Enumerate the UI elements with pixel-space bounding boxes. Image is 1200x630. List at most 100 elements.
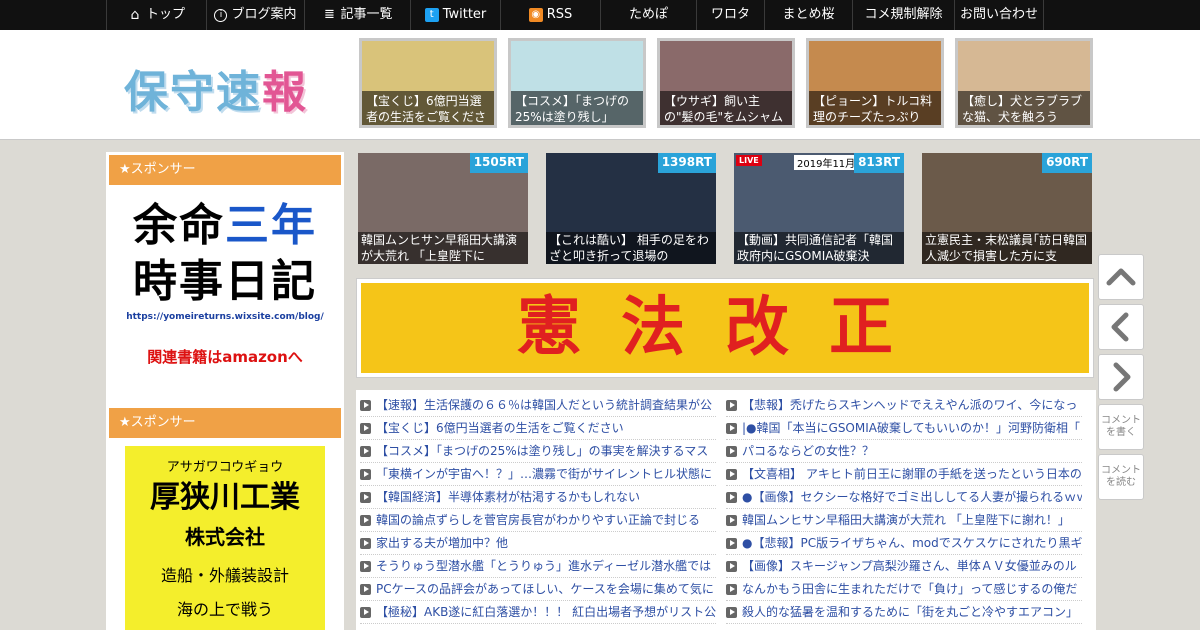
header-thumbnails: 【宝くじ】6億円当選者の生活をご覧ください【コスメ】「まつげの25%は塗り残し」… bbox=[359, 38, 1093, 128]
read-comment-button[interactable]: コメントを読む bbox=[1098, 454, 1144, 500]
play-bullet-icon bbox=[726, 514, 737, 526]
article-title: 【画像】スキージャンプ高梨沙羅さん、単体ＡＶ女優並みのル bbox=[742, 558, 1077, 573]
header-thumb[interactable]: 【ピョーン】トルコ料理のチーズたっぷり bbox=[806, 38, 944, 128]
sponsor-ad-yomei[interactable]: 余命三年 時事日記 https://yomeireturns.wixsite.c… bbox=[109, 192, 341, 392]
list-item[interactable]: そうりゅう型潜水艦「とうりゅう」進水ディーゼル潜水艦では bbox=[360, 555, 716, 578]
nav-label: まとめ桜 bbox=[782, 7, 835, 22]
list-item[interactable]: 【速報】生活保護の６６％は韓国人だという統計調査結果が公 bbox=[360, 394, 716, 417]
chevron-up-icon bbox=[1106, 268, 1136, 286]
ad-title-line2: 時事日記 bbox=[133, 256, 317, 307]
play-bullet-icon bbox=[726, 468, 737, 480]
list-item[interactable]: PCケースの品評会があってほしい、ケースを会場に集めて気に bbox=[360, 578, 716, 601]
nav-label: ブログ案内 bbox=[231, 7, 297, 22]
list-item[interactable]: 【宝くじ】6億円当選者の生活をご覧ください bbox=[360, 417, 716, 440]
list-item[interactable]: 【文喜相】 アキヒト前日王に謝罪の手紙を送ったという日本の bbox=[726, 463, 1082, 486]
nav-item-7[interactable]: まとめ桜 bbox=[764, 0, 852, 30]
play-bullet-icon bbox=[360, 514, 371, 526]
sidebar: ★スポンサー 余命三年 時事日記 https://yomeireturns.wi… bbox=[106, 152, 344, 630]
play-bullet-icon bbox=[360, 422, 371, 434]
write-comment-button[interactable]: コメントを書く bbox=[1098, 404, 1144, 450]
article-title: 韓国ムンヒサン早稲田大講演が大荒れ 「上皇陛下に謝れ！」 bbox=[742, 512, 1070, 527]
play-bullet-icon bbox=[360, 606, 371, 618]
list-item[interactable]: ●【画像】セクシーな格好でゴミ出ししてる人妻が撮られるｗｗ bbox=[726, 486, 1082, 509]
ad-company: 厚狭川工業 bbox=[150, 480, 300, 515]
list-item[interactable]: |●韓国「本当にGSOMIA破棄してもいいのか！」河野防衛相「 bbox=[726, 417, 1082, 440]
article-title: 【宝くじ】6億円当選者の生活をご覧ください bbox=[376, 420, 624, 435]
header-thumb[interactable]: 【宝くじ】6億円当選者の生活をご覧ください bbox=[359, 38, 497, 128]
article-title: 「東横インが宇宙へ！？」…濃霧で街がサイレントヒル状態に bbox=[376, 466, 713, 481]
header-thumb[interactable]: 【コスメ】「まつげの25%は塗り残し」 bbox=[508, 38, 646, 128]
list-item[interactable]: 【画像】スキージャンプ高梨沙羅さん、単体ＡＶ女優並みのル bbox=[726, 555, 1082, 578]
nav-item-3[interactable]: t Twitter bbox=[410, 0, 500, 30]
nav-item-1[interactable]: i ブログ案内 bbox=[206, 0, 304, 30]
nav-label: コメ規制解除 bbox=[864, 7, 943, 22]
play-bullet-icon bbox=[726, 560, 737, 572]
scroll-top-button[interactable] bbox=[1098, 254, 1144, 300]
header-thumb[interactable]: 【癒し】犬とラブラブな猫、犬を触ろう bbox=[955, 38, 1093, 128]
article-title: そうりゅう型潜水艦「とうりゅう」進水ディーゼル潜水艦では bbox=[376, 558, 712, 573]
play-bullet-icon bbox=[726, 583, 737, 595]
header-thumb[interactable]: 【ウサギ】飼い主の"髪の毛"をムシャムシャ bbox=[657, 38, 795, 128]
ad-title-line1: 余命三年 bbox=[133, 200, 317, 251]
site-header: 保守速報 【宝くじ】6億円当選者の生活をご覧ください【コスメ】「まつげの25%は… bbox=[0, 30, 1200, 140]
list-item[interactable]: 家出する夫が増加中？他 bbox=[360, 532, 716, 555]
popular-caption: 【動画】共同通信記者「韓国政府内にGSOMIA破棄決 bbox=[734, 232, 904, 264]
play-bullet-icon bbox=[360, 560, 371, 572]
popular-article[interactable]: 690RT 立憲民主・末松議員｢訪日韓国人減少で損害した方に支 bbox=[922, 153, 1092, 264]
thumb-caption: 【宝くじ】6億円当選者の生活をご覧ください bbox=[362, 91, 494, 125]
thumb-caption: 【癒し】犬とラブラブな猫、犬を触ろう bbox=[958, 91, 1090, 125]
floating-buttons: コメントを書く コメントを読む bbox=[1096, 250, 1146, 504]
list-item[interactable]: 韓国の論点ずらしを菅官房長官がわかりやすい正論で封じる bbox=[360, 509, 716, 532]
play-bullet-icon bbox=[726, 422, 737, 434]
banner-ad[interactable]: 憲法改正 bbox=[356, 278, 1094, 378]
nav-item-8[interactable]: コメ規制解除 bbox=[852, 0, 954, 30]
article-title: 【速報】生活保護の６６％は韓国人だという統計調査結果が公 bbox=[376, 397, 713, 412]
article-title: なんかもう田舎に生まれただけで「負け」って感じするの俺だ bbox=[742, 581, 1078, 596]
nav-label: 記事一覧 bbox=[340, 7, 393, 22]
rt-count-badge: 1505RT bbox=[469, 153, 528, 173]
popular-article[interactable]: 1505RT 韓国ムンヒサン早稲田大講演が大荒れ 「上皇陛下に bbox=[358, 153, 528, 264]
article-list: 【速報】生活保護の６６％は韓国人だという統計調査結果が公 【宝くじ】6億円当選者の… bbox=[356, 390, 1096, 630]
list-item[interactable]: ●【悲報】PC版ライザちゃん、modでスケスケにされたり黒ギャ bbox=[726, 532, 1082, 555]
nav-item-0[interactable]: ⌂ トップ bbox=[106, 0, 206, 30]
play-bullet-icon bbox=[726, 606, 737, 618]
nav-item-4[interactable]: ◉ RSS bbox=[500, 0, 600, 30]
article-title: 殺人的な猛暑を温和するために「街を丸ごと冷やすエアコン」 bbox=[742, 604, 1079, 619]
amazon-link[interactable]: 関連書籍はamazonへ bbox=[109, 346, 341, 367]
sponsor-heading: ★スポンサー bbox=[109, 155, 341, 185]
article-title: 【極秘】AKB遂に紅白落選か！！！ 紅白出場者予想がリスト公 bbox=[376, 604, 716, 619]
popular-article[interactable]: LIVE 2019年11月6 813RT 【動画】共同通信記者「韓国政府内にGSOMI… bbox=[734, 153, 904, 264]
popular-article[interactable]: 1398RT 【これは酷い】 相手の足をわざと叩き折って退場の bbox=[546, 153, 716, 264]
article-title: 家出する夫が増加中？他 bbox=[376, 535, 509, 550]
article-title: パコるならどの女性？？ bbox=[742, 443, 875, 458]
list-item[interactable]: 「東横インが宇宙へ！？」…濃霧で街がサイレントヒル状態に bbox=[360, 463, 716, 486]
list-item[interactable]: パコるならどの女性？？ bbox=[726, 440, 1082, 463]
article-title: PCケースの品評会があってほしい、ケースを会場に集めて気に bbox=[376, 581, 714, 596]
rss-icon: ◉ bbox=[528, 8, 543, 22]
list-item[interactable]: なんかもう田舎に生まれただけで「負け」って感じするの俺だ bbox=[726, 578, 1082, 601]
nav-item-9[interactable]: お問い合わせ bbox=[954, 0, 1044, 30]
nav-item-2[interactable]: ≣ 記事一覧 bbox=[304, 0, 410, 30]
article-title: ●【画像】セクシーな格好でゴミ出ししてる人妻が撮られるｗｗ bbox=[742, 489, 1082, 504]
list-item[interactable]: 【極秘】AKB遂に紅白落選か！！！ 紅白出場者予想がリスト公 bbox=[360, 601, 716, 624]
next-article-button[interactable] bbox=[1098, 354, 1144, 400]
nav-item-5[interactable]: ためぽ bbox=[600, 0, 696, 30]
play-bullet-icon bbox=[360, 491, 371, 503]
prev-article-button[interactable] bbox=[1098, 304, 1144, 350]
popular-articles: 1505RT 韓国ムンヒサン早稲田大講演が大荒れ 「上皇陛下に 1398RT 【これは… bbox=[358, 153, 1092, 264]
list-item[interactable]: 【悲報】禿げたらスキンヘッドでええやん派のワイ、今になっ bbox=[726, 394, 1082, 417]
chevron-left-icon bbox=[1111, 312, 1129, 342]
nav-label: トップ bbox=[145, 7, 185, 22]
list-item[interactable]: 韓国ムンヒサン早稲田大講演が大荒れ 「上皇陛下に謝れ！」 bbox=[726, 509, 1082, 532]
nav-item-6[interactable]: ワロタ bbox=[696, 0, 764, 30]
sponsor-ad-asagawa[interactable]: アサガワコウギョウ 厚狭川工業 株式会社 造船・外艤装設計 海の上で戦う bbox=[125, 446, 325, 630]
thumb-caption: 【ピョーン】トルコ料理のチーズたっぷり bbox=[809, 91, 941, 125]
ad-kana: アサガワコウギョウ bbox=[166, 460, 284, 475]
list-item[interactable]: 【コスメ】「まつげの25%は塗り残し」の事実を解決するマス bbox=[360, 440, 716, 463]
list-item[interactable]: 【韓国経済】半導体素材が枯渇するかもしれない bbox=[360, 486, 716, 509]
play-bullet-icon bbox=[726, 537, 737, 549]
list-item[interactable]: 殺人的な猛暑を温和するために「街を丸ごと冷やすエアコン」 bbox=[726, 601, 1082, 624]
play-bullet-icon bbox=[360, 445, 371, 457]
play-bullet-icon bbox=[360, 468, 371, 480]
site-logo[interactable]: 保守速報 bbox=[124, 56, 308, 120]
